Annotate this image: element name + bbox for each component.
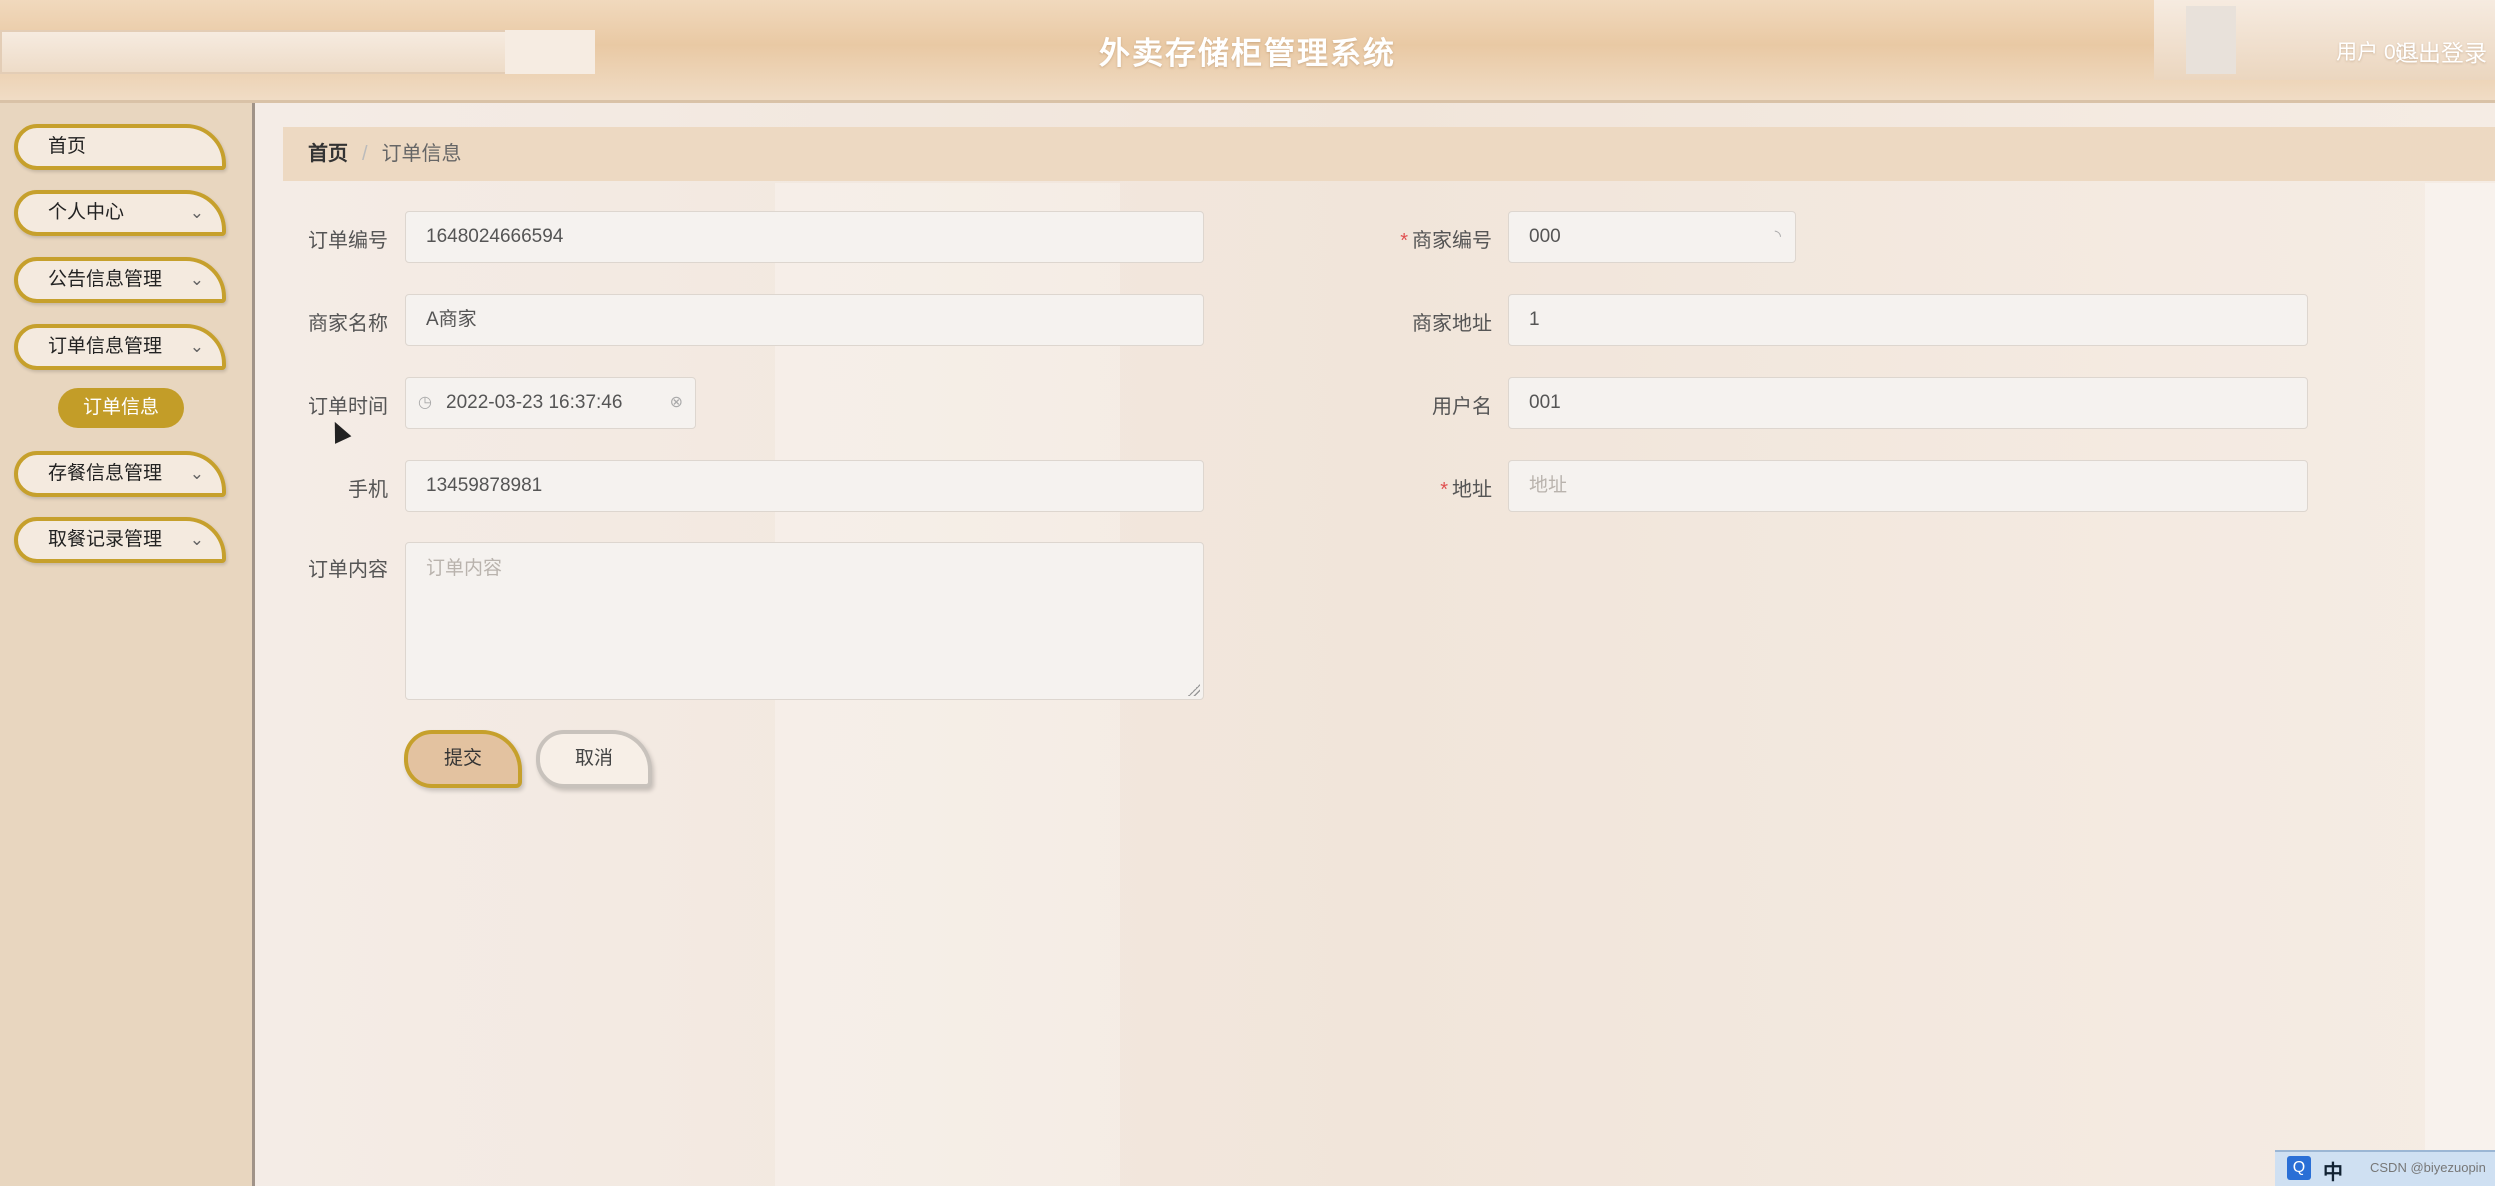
sidebar-item-label: 取餐记录管理 (48, 529, 163, 550)
ime-indicator[interactable]: 中 (2323, 1156, 2343, 1185)
chevron-down-icon: ⌄ (189, 270, 204, 289)
breadcrumb-separator: / (362, 143, 368, 165)
resize-handle[interactable] (1188, 684, 1200, 696)
order-time-value: 2022-03-23 16:37:46 (446, 392, 623, 413)
clear-icon[interactable]: ⊗ (670, 378, 683, 428)
address-label-text: 地址 (1452, 479, 1492, 501)
merchant-no-value: 000 (1529, 226, 1561, 247)
system-tray: Q 中 CSDN @biyezuopin (2275, 1150, 2495, 1186)
required-mark: * (1440, 479, 1448, 501)
phone-label: 手机 (348, 479, 388, 501)
breadcrumb: 首页 / 订单信息 (283, 127, 2495, 181)
app-q-icon[interactable]: Q (2287, 1156, 2311, 1180)
sidebar-item-order-management[interactable]: 订单信息管理 ⌄ (14, 324, 226, 370)
background-panel (2425, 183, 2495, 1186)
loading-icon: ◝ (1774, 228, 1781, 245)
merchant-name-field[interactable]: A商家 (405, 294, 1204, 346)
sidebar-item-storage-management[interactable]: 存餐信息管理 ⌄ (14, 451, 226, 497)
sidebar-item-label: 首页 (48, 136, 87, 157)
submit-button[interactable]: 提交 (404, 730, 522, 788)
merchant-name-label: 商家名称 (308, 313, 388, 335)
sidebar-item-label: 公告信息管理 (48, 269, 163, 290)
app-title: 外卖存储柜管理系统 (1099, 36, 1396, 72)
username-field[interactable]: 001 (1508, 377, 2308, 429)
watermark: CSDN @biyezuopin (2370, 1160, 2486, 1175)
chevron-down-icon: ⌄ (189, 337, 204, 356)
order-time-picker[interactable]: ◷ 2022-03-23 16:37:46 ⊗ (405, 377, 696, 429)
merchant-address-field[interactable]: 1 (1508, 294, 2308, 346)
sidebar-item-pickup-management[interactable]: 取餐记录管理 ⌄ (14, 517, 226, 563)
order-content-placeholder: 订单内容 (426, 558, 503, 579)
chevron-down-icon: ⌄ (189, 530, 204, 549)
cancel-button[interactable]: 取消 (536, 730, 652, 788)
chevron-down-icon: ⌄ (189, 464, 204, 483)
chevron-down-icon: ⌄ (189, 203, 204, 222)
sidebar-item-label: 订单信息管理 (48, 336, 163, 357)
top-header: 外卖存储柜管理系统 用户 001 退出登录 (0, 0, 2495, 103)
sidebar-item-personal-center[interactable]: 个人中心 ⌄ (14, 190, 226, 236)
logout-button[interactable]: 退出登录 (2395, 34, 2487, 68)
address-field[interactable]: 地址 (1508, 460, 2308, 512)
merchant-address-label: 商家地址 (1412, 313, 1492, 335)
sidebar-item-label: 存餐信息管理 (48, 463, 163, 484)
sidebar-item-home[interactable]: 首页 (14, 124, 226, 170)
merchant-no-field[interactable]: 000 ◝ (1508, 211, 1796, 263)
order-no-field[interactable]: 1648024666594 (405, 211, 1204, 263)
order-no-label: 订单编号 (308, 230, 388, 252)
sidebar-subitem-order-info[interactable]: 订单信息 (58, 388, 184, 428)
clock-icon: ◷ (418, 394, 432, 411)
sidebar-item-label: 个人中心 (48, 202, 125, 223)
address-label: * 地址 (1342, 473, 1492, 502)
breadcrumb-current: 订单信息 (381, 143, 462, 165)
sidebar-item-notice-management[interactable]: 公告信息管理 ⌄ (14, 257, 226, 303)
required-mark: * (1400, 230, 1408, 252)
username-label: 用户名 (1432, 396, 1492, 418)
phone-field[interactable]: 13459878981 (405, 460, 1204, 512)
merchant-no-label-text: 商家编号 (1412, 230, 1492, 252)
breadcrumb-home[interactable]: 首页 (308, 143, 348, 165)
order-content-label: 订单内容 (308, 559, 388, 581)
order-time-label: 订单时间 (308, 396, 388, 418)
merchant-no-label: * 商家编号 (1342, 224, 1492, 253)
order-content-textarea[interactable]: 订单内容 (405, 542, 1204, 700)
